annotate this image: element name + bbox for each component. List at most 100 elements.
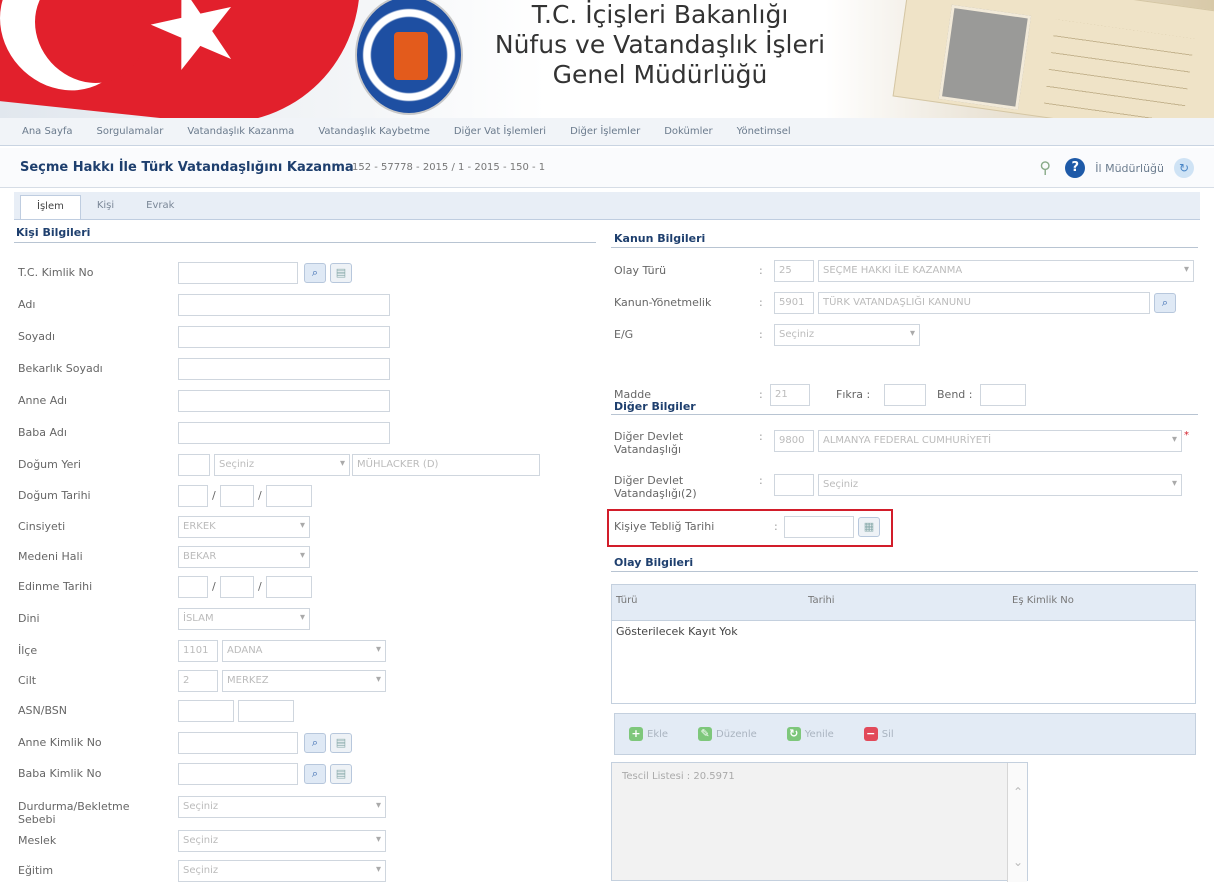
- clear-icon[interactable]: ▤: [330, 764, 352, 784]
- bsn-input[interactable]: [238, 700, 294, 722]
- edit-button[interactable]: ✎ Düzenle: [698, 727, 757, 741]
- diger-devlet-2-code[interactable]: [774, 474, 814, 496]
- fikra-field[interactable]: [884, 384, 926, 406]
- colon: :: [759, 474, 763, 487]
- notes-textarea[interactable]: Tescil Listesi : 20.5971 ⌃ ⌄: [611, 762, 1028, 882]
- menu-item-admin[interactable]: Yönetimsel: [737, 126, 791, 137]
- diger-devlet-code[interactable]: 9800: [774, 430, 814, 452]
- text-input[interactable]: [178, 326, 390, 348]
- eg-select[interactable]: Seçiniz: [774, 324, 920, 346]
- select-input[interactable]: MERKEZ: [222, 670, 386, 692]
- diger-devlet-select[interactable]: ALMANYA FEDERAL CUMHURİYETİ: [818, 430, 1182, 452]
- kimlik-input[interactable]: [178, 763, 298, 785]
- date-sep: /: [258, 580, 262, 593]
- section-title-events: Olay Bilgileri: [614, 556, 694, 569]
- asn-input[interactable]: [178, 700, 234, 722]
- col-tarihi[interactable]: Tarihi: [808, 595, 835, 606]
- tab-islem[interactable]: İşlem: [20, 195, 81, 219]
- bend-field[interactable]: [980, 384, 1026, 406]
- field-label: Doğum Yeri: [18, 458, 81, 471]
- refresh-icon[interactable]: ↻: [1174, 158, 1194, 178]
- refresh-button[interactable]: ↻ Yenile: [786, 727, 834, 741]
- form-row: İlçe 1101 ADANA: [18, 640, 598, 664]
- menu-item-other-ops[interactable]: Diğer İşlemler: [570, 126, 640, 137]
- search-icon[interactable]: ⌕: [304, 733, 326, 753]
- plus-icon: +: [629, 727, 643, 741]
- code-input[interactable]: [178, 454, 210, 476]
- scroll-down-icon[interactable]: ⌄: [1013, 855, 1023, 869]
- col-es-kimlik[interactable]: Eş Kimlik No: [1012, 595, 1074, 606]
- clear-icon[interactable]: ▤: [330, 263, 352, 283]
- menu-item-citizenship-acquire[interactable]: Vatandaşlık Kazanma: [187, 126, 294, 137]
- dogum-yeri-text[interactable]: MÜHLACKER (D): [352, 454, 540, 476]
- field-label: Doğum Tarihi: [18, 489, 91, 502]
- id-document-image: [892, 0, 1214, 118]
- day-input[interactable]: [178, 576, 208, 598]
- field-label: Bekarlık Soyadı: [18, 362, 103, 375]
- user-icon[interactable]: ⚲: [1035, 158, 1055, 178]
- text-input[interactable]: [178, 422, 390, 444]
- form-row: Anne Adı: [18, 390, 598, 414]
- document-lines: [1043, 19, 1195, 118]
- field-label: Eğitim: [18, 864, 54, 877]
- highlight-box: [607, 509, 893, 547]
- form-row: Baba Adı: [18, 422, 598, 446]
- search-icon[interactable]: ⌕: [304, 263, 326, 283]
- month-input[interactable]: [220, 485, 254, 507]
- menu-item-other-citizenship[interactable]: Diğer Vat İşlemleri: [454, 126, 546, 137]
- olay-turu-select[interactable]: SEÇME HAKKI İLE KAZANMA: [818, 260, 1194, 282]
- field-label: Dini: [18, 612, 40, 625]
- scroll-up-icon[interactable]: ⌃: [1013, 785, 1023, 799]
- form-row: Soyadı: [18, 326, 598, 350]
- label-kanun: Kanun-Yönetmelik: [614, 296, 712, 309]
- clear-icon[interactable]: ▤: [330, 733, 352, 753]
- menu-item-citizenship-lose[interactable]: Vatandaşlık Kaybetme: [318, 126, 430, 137]
- tc-kimlik-input[interactable]: [178, 262, 298, 284]
- delete-button[interactable]: − Sil: [863, 727, 894, 741]
- text-input[interactable]: [178, 294, 390, 316]
- menu-item-queries[interactable]: Sorgulamalar: [97, 126, 164, 137]
- select-input[interactable]: ADANA: [222, 640, 386, 662]
- title-line-2: Nüfus ve Vatandaşlık İşleri: [494, 30, 826, 59]
- text-input[interactable]: [178, 358, 390, 380]
- form-row: ASN/BSN: [18, 700, 598, 724]
- search-icon[interactable]: ⌕: [304, 764, 326, 784]
- help-icon[interactable]: ?: [1065, 158, 1086, 178]
- add-button[interactable]: + Ekle: [629, 727, 668, 741]
- select-input[interactable]: ERKEK: [178, 516, 310, 538]
- select-input[interactable]: Seçiniz: [178, 830, 386, 852]
- select-input[interactable]: Seçiniz: [178, 796, 386, 818]
- madde-field[interactable]: 21: [770, 384, 810, 406]
- colon: :: [759, 430, 763, 443]
- form-row: Cinsiyeti ERKEK: [18, 516, 598, 540]
- colon: :: [759, 296, 763, 309]
- star-icon: ★: [127, 0, 261, 100]
- kimlik-input[interactable]: [178, 732, 298, 754]
- code-input[interactable]: 1101: [178, 640, 218, 662]
- page-title: Seçme Hakkı İle Türk Vatandaşlığını Kaza…: [20, 160, 354, 175]
- search-icon[interactable]: ⌕: [1154, 293, 1176, 313]
- day-input[interactable]: [178, 485, 208, 507]
- olay-turu-code[interactable]: 25: [774, 260, 814, 282]
- select-input[interactable]: BEKAR: [178, 546, 310, 568]
- month-input[interactable]: [220, 576, 254, 598]
- kanun-field[interactable]: TÜRK VATANDAŞLIĞI KANUNU: [818, 292, 1150, 314]
- tab-kisi[interactable]: Kişi: [81, 195, 130, 219]
- field-label: Cilt: [18, 674, 37, 687]
- diger-devlet-2-select[interactable]: Seçiniz: [818, 474, 1182, 496]
- tab-evrak[interactable]: Evrak: [130, 195, 190, 219]
- kanun-code[interactable]: 5901: [774, 292, 814, 314]
- code-input[interactable]: 2: [178, 670, 218, 692]
- row-olay-turu: Olay Türü : 25 SEÇME HAKKI İLE KAZANMA: [614, 260, 1198, 284]
- menu-item-home[interactable]: Ana Sayfa: [22, 126, 73, 137]
- text-input[interactable]: [178, 390, 390, 412]
- notes-scrollbar[interactable]: ⌃ ⌄: [1007, 763, 1027, 882]
- select-input[interactable]: Seçiniz: [178, 860, 386, 882]
- year-input[interactable]: [266, 485, 312, 507]
- menu-item-documents[interactable]: Dokümler: [664, 126, 712, 137]
- col-turu[interactable]: Türü: [616, 595, 638, 606]
- dogum-yeri-select[interactable]: Seçiniz: [214, 454, 350, 476]
- form-row: Eğitim Seçiniz: [18, 860, 598, 884]
- year-input[interactable]: [266, 576, 312, 598]
- select-input[interactable]: İSLAM: [178, 608, 310, 630]
